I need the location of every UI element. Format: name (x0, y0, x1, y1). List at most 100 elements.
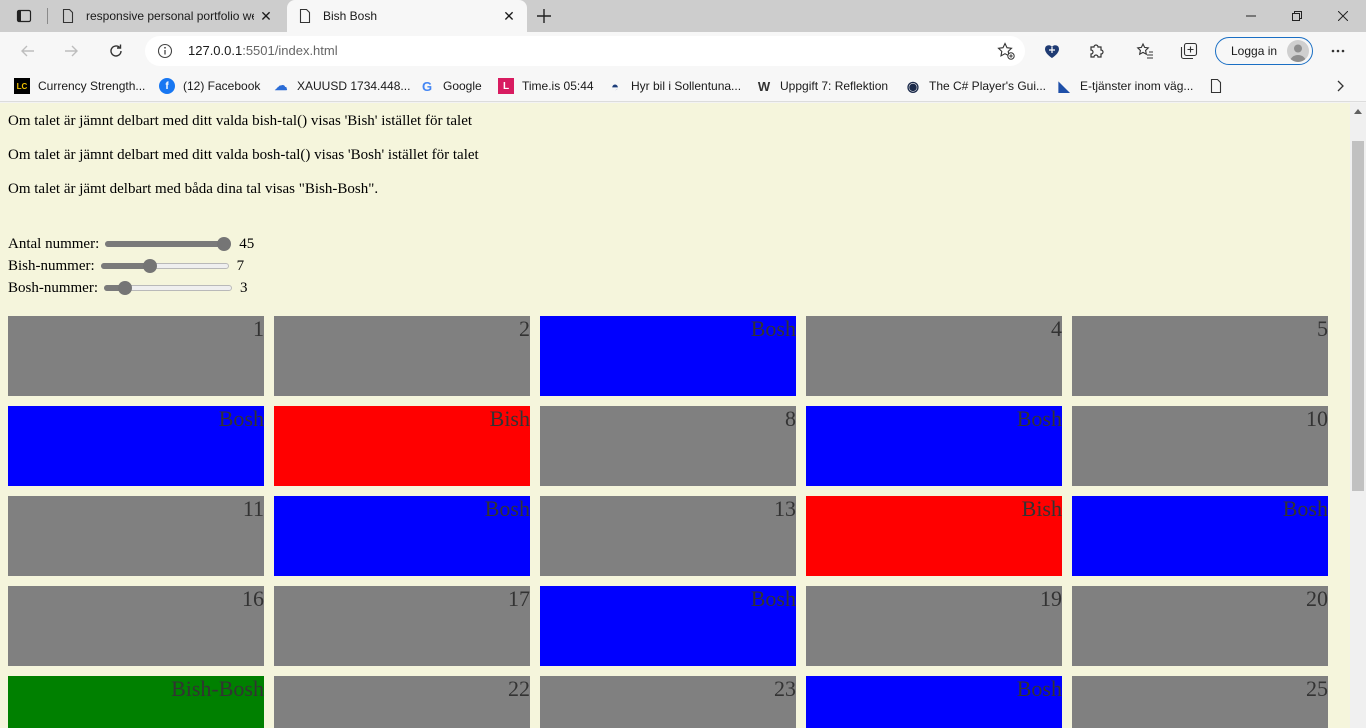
bookmark-label: The C# Player's Gui... (929, 79, 1046, 93)
google-icon: G (421, 78, 433, 94)
bosh-nummer-value: 3 (240, 279, 248, 296)
url-path: :5501/index.html (242, 43, 338, 58)
grid-cell-bish: Bish (806, 496, 1062, 576)
grid-cell-number: 5 (1072, 316, 1328, 396)
bookmark-label: Uppgift 7: Reflektion (780, 79, 889, 93)
grid-cell-number: 11 (8, 496, 264, 576)
favorites-button[interactable] (1130, 36, 1160, 66)
chevron-right-icon (1337, 80, 1344, 92)
browser-toolbar: 127.0.0.1:5501/index.html Logga in (0, 32, 1366, 70)
bookmarks-bar: LC Currency Strength... f (12) Facebook … (0, 70, 1366, 102)
grid-cell-number: 8 (540, 406, 796, 486)
grid-cell-text: 11 (242, 496, 264, 521)
instruction-bosh: Om talet är jämnt delbart med ditt valda… (8, 147, 479, 163)
grid-cell-number: 20 (1072, 586, 1328, 666)
grid-cell-text: Bosh (484, 496, 530, 521)
url-text[interactable]: 127.0.0.1:5501/index.html (188, 43, 338, 58)
reload-button[interactable] (101, 36, 131, 66)
back-button[interactable] (13, 36, 43, 66)
tab-actions-button[interactable] (8, 4, 40, 28)
scroll-up-icon[interactable] (1354, 109, 1362, 114)
avatar-icon (1287, 40, 1309, 62)
cloud-icon: ☁ (274, 78, 288, 93)
bosh-nummer-slider[interactable] (104, 280, 232, 296)
tab-strip: responsive personal portfolio we ✕ Bish … (0, 0, 1366, 32)
grid-cell-text: 1 (253, 316, 264, 341)
csharp-icon: ◉ (906, 77, 920, 94)
tab-bish-bosh[interactable]: Bish Bosh ✕ (287, 0, 527, 32)
address-bar[interactable]: 127.0.0.1:5501/index.html (145, 36, 1025, 66)
close-tab-icon[interactable]: ✕ (497, 4, 521, 28)
reload-icon (110, 44, 122, 57)
back-arrow-icon (21, 45, 34, 57)
bookmark-hyr-bil[interactable]: ◓ Hyr bil i Sollentuna... (607, 76, 741, 96)
grid-cell-text: Bosh (218, 406, 264, 431)
bookmarks-more-button[interactable] (1330, 76, 1350, 96)
page-scrollbar[interactable] (1350, 103, 1366, 728)
grid-cell-number: 2 (274, 316, 530, 396)
bookmark-csharp-guide[interactable]: ◉ The C# Player's Gui... (905, 76, 1046, 96)
bookmark-e-tjanster[interactable]: ◣ E-tjänster inom väg... (1056, 76, 1194, 96)
settings-menu-button[interactable] (1323, 36, 1353, 66)
grid-cell-text: 23 (774, 676, 796, 701)
bish-nummer-slider[interactable] (100, 258, 229, 274)
add-favorite-icon[interactable] (997, 42, 1015, 60)
restore-button[interactable] (1274, 0, 1320, 32)
tab-portfolio[interactable]: responsive personal portfolio we ✕ (50, 0, 284, 32)
facebook-icon: f (159, 78, 175, 94)
grid-cell-text: 17 (508, 586, 530, 611)
bish-nummer-value: 7 (236, 257, 245, 274)
grid-cell-bosh: Bosh (540, 316, 796, 396)
slider-thumb[interactable] (217, 237, 232, 251)
browser-essentials-button[interactable] (1037, 36, 1067, 66)
bookmark-time-is[interactable]: L Time.is 05:44 (498, 76, 594, 96)
grid-cell-text: Bosh (1282, 496, 1328, 521)
bookmark-label: E-tjänster inom väg... (1080, 79, 1194, 93)
antal-nummer-value: 45 (239, 235, 255, 252)
more-dots-icon (1331, 49, 1345, 53)
bookmark-xauusd[interactable]: ☁ XAUUSD 1734.448... (273, 76, 411, 96)
close-window-button[interactable] (1320, 0, 1366, 32)
grid-cell-number: 1 (8, 316, 264, 396)
puzzle-icon (1090, 44, 1104, 58)
bookmark-page[interactable] (1208, 76, 1232, 96)
grid-cell-bosh: Bosh (806, 676, 1062, 728)
plus-icon (537, 9, 551, 23)
grid-cell-text: Bosh (750, 316, 796, 341)
close-tab-icon[interactable]: ✕ (254, 4, 278, 28)
slider-thumb[interactable] (118, 281, 133, 295)
grid-cell-text: Bish (489, 406, 530, 431)
bookmark-uppgift-7[interactable]: W Uppgift 7: Reflektion (756, 76, 888, 96)
extensions-button[interactable] (1082, 36, 1112, 66)
minimize-button[interactable] (1228, 0, 1274, 32)
grid-cell-text: 25 (1306, 676, 1328, 701)
info-icon[interactable] (157, 43, 173, 59)
heart-shield-icon (1045, 45, 1059, 58)
bookmark-label: XAUUSD 1734.448... (297, 79, 411, 93)
grid-cell-text: Bish-Bosh (171, 676, 264, 701)
timeis-icon: L (498, 78, 514, 94)
minimize-icon (1246, 15, 1256, 17)
bookmark-google[interactable]: G Google (419, 76, 482, 96)
grid-cell-text: 13 (774, 496, 796, 521)
bish-nummer-control: Bish-nummer: 7 (8, 255, 244, 277)
grid-cell-text: Bosh (1016, 676, 1062, 701)
forward-button[interactable] (56, 36, 86, 66)
login-button[interactable]: Logga in (1215, 37, 1313, 65)
grid-cell-number: 13 (540, 496, 796, 576)
grid-cell-text: 16 (242, 586, 264, 611)
slider-thumb[interactable] (143, 259, 158, 273)
antal-nummer-slider[interactable] (105, 236, 232, 252)
grid-cell-bosh: Bosh (8, 406, 264, 486)
close-icon (1338, 11, 1348, 21)
bookmark-currency-strength[interactable]: LC Currency Strength... (14, 76, 145, 96)
grid-cell-bish: Bish (274, 406, 530, 486)
grid-cell-text: 20 (1306, 586, 1328, 611)
favorites-icon (1136, 42, 1153, 59)
collections-button[interactable] (1174, 36, 1204, 66)
tab-title: responsive personal portfolio we (86, 9, 254, 23)
scrollbar-thumb[interactable] (1352, 141, 1364, 491)
url-host: 127.0.0.1 (188, 43, 243, 58)
new-tab-button[interactable] (530, 4, 558, 28)
bookmark-facebook[interactable]: f (12) Facebook (159, 76, 260, 96)
